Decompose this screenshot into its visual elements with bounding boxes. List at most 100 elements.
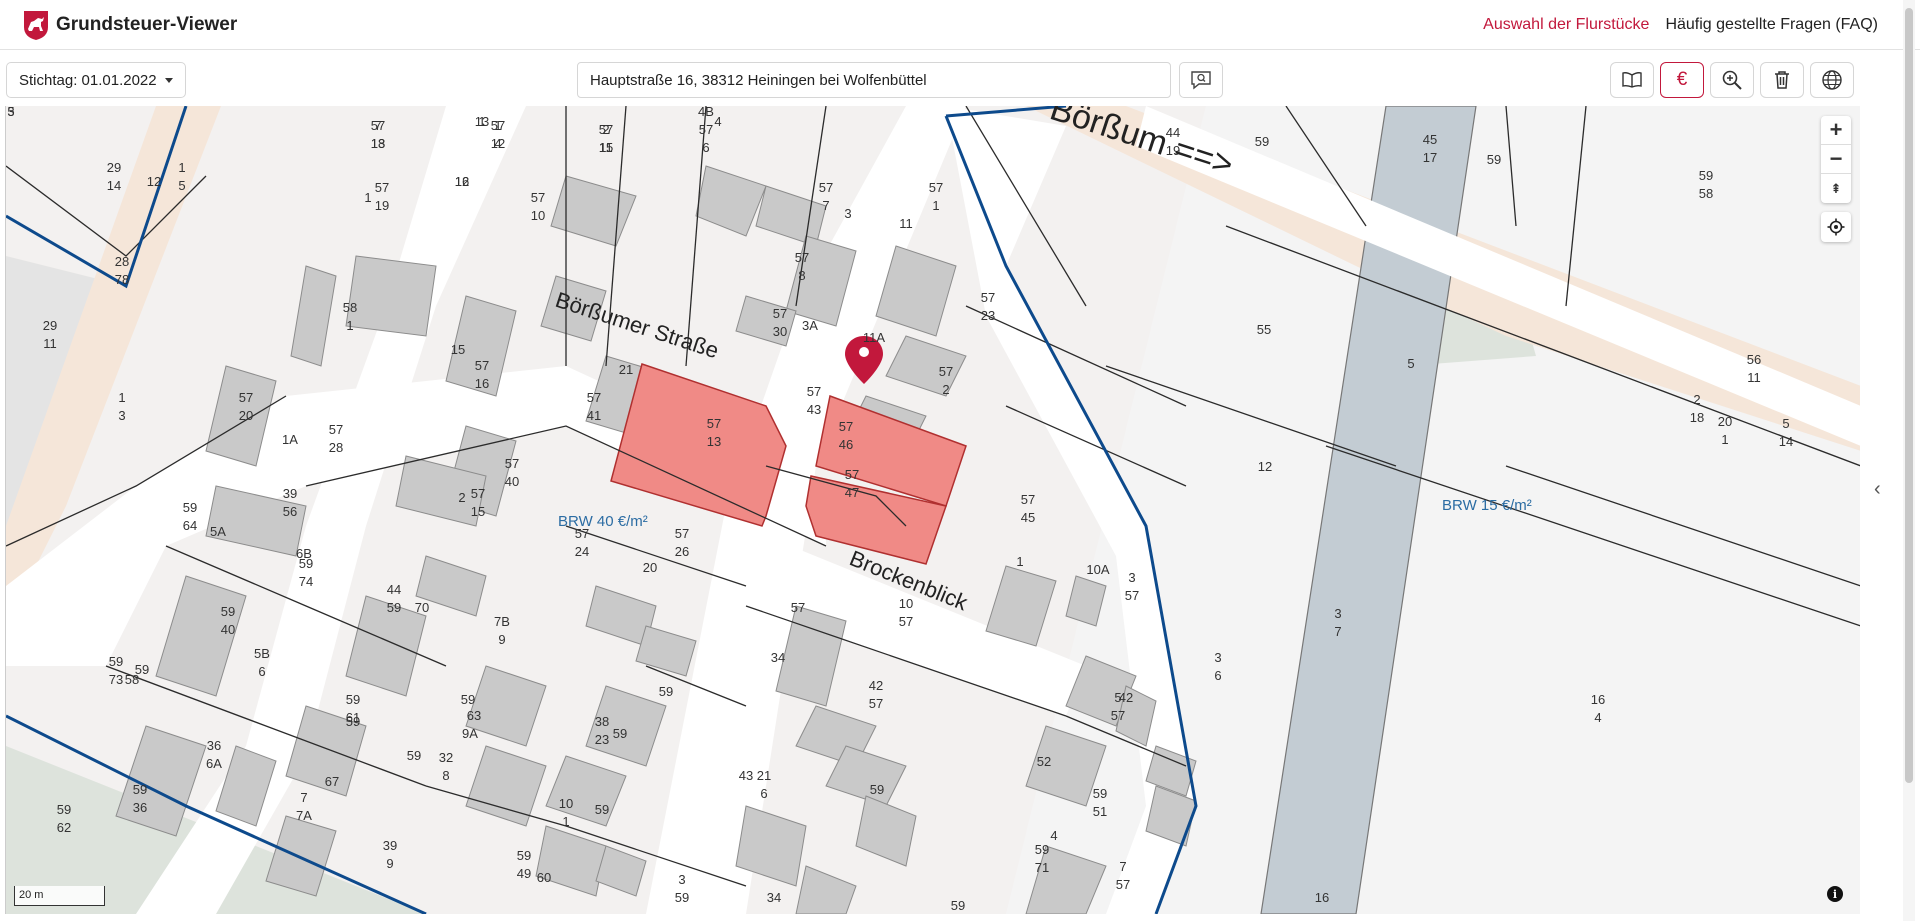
parcel-number-label: 59 bbox=[387, 600, 401, 615]
parcel-number-label: 71 bbox=[1035, 860, 1049, 875]
parcel-number-label: 58 bbox=[1699, 186, 1713, 201]
parcel-number-label: 64 bbox=[183, 518, 197, 533]
parcel-number-label: 60 bbox=[537, 870, 551, 885]
parcel-number-label: 34 bbox=[767, 890, 781, 905]
parcel-number-label: 20 bbox=[643, 560, 657, 575]
parcel-number-label: 57 bbox=[475, 358, 489, 373]
parcel-number-label: 7A bbox=[296, 808, 312, 823]
parcel-number-label: 47 bbox=[845, 485, 859, 500]
parcel-number-label: 13 bbox=[371, 136, 385, 151]
parcel-number-label: 2 bbox=[942, 382, 949, 397]
brand[interactable]: Grundsteuer-Viewer bbox=[22, 9, 237, 41]
nav-faq[interactable]: Häufig gestellte Fragen (FAQ) bbox=[1665, 16, 1878, 34]
parcel-number-label: 57 bbox=[929, 180, 943, 195]
parcel-number-label: 1A bbox=[282, 432, 298, 447]
parcel-number-label: 57 bbox=[699, 122, 713, 137]
zoom-in-button[interactable]: + bbox=[1821, 116, 1851, 145]
parcel-number-label: 56 bbox=[283, 504, 297, 519]
parcel-number-label: 1 bbox=[1016, 554, 1023, 569]
parcel-number-label: 11 bbox=[1747, 370, 1761, 385]
cadastral-map[interactable]: 557185712131257114B576457191291415125710… bbox=[6, 106, 1860, 914]
parcel-number-label: 59 bbox=[407, 748, 421, 763]
zoom-out-button[interactable]: − bbox=[1821, 145, 1851, 174]
parcel-number-label: 3 bbox=[1128, 570, 1135, 585]
nav-parcel-selection[interactable]: Auswahl der Flurstücke bbox=[1483, 16, 1649, 34]
date-dropdown[interactable]: Stichtag: 01.01.2022 bbox=[6, 62, 186, 98]
parcel-number-label: 57 bbox=[819, 180, 833, 195]
parcel-number-label: 63 bbox=[467, 708, 481, 723]
parcel-number-label: 2 bbox=[1693, 392, 1700, 407]
map-viewport[interactable]: 5 57 18 57 12 13 12 57 11 4B 57 6 4 57 19 1 29 14 1 5 12 57 10… bbox=[5, 106, 1860, 914]
parcel-number-label: 57 bbox=[1021, 492, 1035, 507]
zoom-control: + − ⇞ bbox=[1821, 116, 1851, 203]
delete-button[interactable] bbox=[1760, 62, 1804, 98]
parcel-number-label: 74 bbox=[299, 574, 313, 589]
parcel-number-label: 3 bbox=[1334, 606, 1341, 621]
parcel-number-label: 70 bbox=[415, 600, 429, 615]
parcel-number-label: 4 bbox=[714, 114, 721, 129]
parcel-number-label: 34 bbox=[771, 650, 785, 665]
globe-icon bbox=[1822, 70, 1842, 90]
parcel-number-label: 57 bbox=[1125, 588, 1139, 603]
parcel-number-label: 59 bbox=[613, 726, 627, 741]
parcel-number-label: 10 bbox=[559, 796, 573, 811]
parcel-number-label: 55 bbox=[1257, 322, 1271, 337]
parcel-number-label: 24 bbox=[575, 544, 589, 559]
parcel-number-label: 11 bbox=[43, 336, 57, 351]
parcel-number-label: 59 bbox=[221, 604, 235, 619]
parcel-number-label: 57 bbox=[587, 390, 601, 405]
basemap-button[interactable] bbox=[1810, 62, 1854, 98]
parcel-number-label: 29 bbox=[43, 318, 57, 333]
parcel-number-label: 4B bbox=[698, 106, 714, 119]
parcel-number-label: 1 bbox=[562, 814, 569, 829]
parcel-number-label: 57 bbox=[707, 416, 721, 431]
address-display[interactable]: Hauptstraße 16, 38312 Heiningen bei Wolf… bbox=[577, 62, 1171, 98]
nav-links: Auswahl der Flurstücke Häufig gestellte … bbox=[1483, 16, 1878, 34]
parcel-number-label: 45 bbox=[1021, 510, 1035, 525]
brw-label-40: BRW 40 €/m² bbox=[558, 513, 648, 530]
legend-button[interactable] bbox=[1610, 62, 1654, 98]
parcel-number-label: 20 bbox=[239, 408, 253, 423]
side-panel-toggle-icon[interactable]: ‹ bbox=[1874, 478, 1881, 501]
parcel-number-label: 10 bbox=[531, 208, 545, 223]
parcel-number-label: 57 bbox=[375, 180, 389, 195]
parcel-number-label: 4 bbox=[1594, 710, 1601, 725]
locate-button[interactable] bbox=[1821, 212, 1851, 242]
parcel-number-label: 59 bbox=[1035, 842, 1049, 857]
parcel-number-label: 5A bbox=[210, 524, 226, 539]
parcel-number-label: 15 bbox=[599, 140, 613, 155]
parcel-number-label: 23 bbox=[981, 308, 995, 323]
parcel-number-label: 59 bbox=[1255, 134, 1269, 149]
parcel-number-label: 7 bbox=[1119, 859, 1126, 874]
parcel-number-label: 11A bbox=[863, 330, 885, 345]
parcel-number-label: 40 bbox=[505, 474, 519, 489]
parcel-number-label: 1 bbox=[178, 160, 185, 175]
parcel-number-label: 59 bbox=[109, 654, 123, 669]
parcel-number-label: 59 bbox=[1487, 152, 1501, 167]
parcel-number-label: 5 bbox=[1114, 690, 1121, 705]
parcel-number-label: 57 bbox=[807, 384, 821, 399]
parcel-number-label: 57 bbox=[981, 290, 995, 305]
parcel-number-label: 59 bbox=[1699, 168, 1713, 183]
parcel-number-label: 5 bbox=[1782, 416, 1789, 431]
scrollbar-thumb[interactable] bbox=[1905, 8, 1913, 783]
parcel-number-label: 16 bbox=[455, 174, 469, 189]
zoom-tool-button[interactable] bbox=[1710, 62, 1754, 98]
parcel-number-label: 40 bbox=[221, 622, 235, 637]
parcel-number-label: 11 bbox=[899, 216, 913, 231]
parcel-number-label: 38 bbox=[595, 714, 609, 729]
parcel-number-label: 3 bbox=[1214, 650, 1221, 665]
parcel-number-label: 6 bbox=[1214, 668, 1221, 683]
land-value-button[interactable]: € bbox=[1660, 62, 1704, 98]
parcel-number-label: 6 bbox=[702, 140, 709, 155]
parcel-number-label: 59 bbox=[517, 848, 531, 863]
info-icon[interactable]: i bbox=[1827, 886, 1843, 902]
parcel-number-label: 59 bbox=[133, 782, 147, 797]
parcel-number-label: 36 bbox=[207, 738, 221, 753]
parcel-number-label: 57 bbox=[845, 467, 859, 482]
parcel-number-label: 17 bbox=[1423, 150, 1437, 165]
feedback-button[interactable] bbox=[1179, 62, 1223, 98]
north-arrow-icon[interactable]: ⇞ bbox=[1821, 174, 1851, 203]
parcel-number-label: 28 bbox=[115, 254, 129, 269]
parcel-number-label: 9 bbox=[498, 632, 505, 647]
